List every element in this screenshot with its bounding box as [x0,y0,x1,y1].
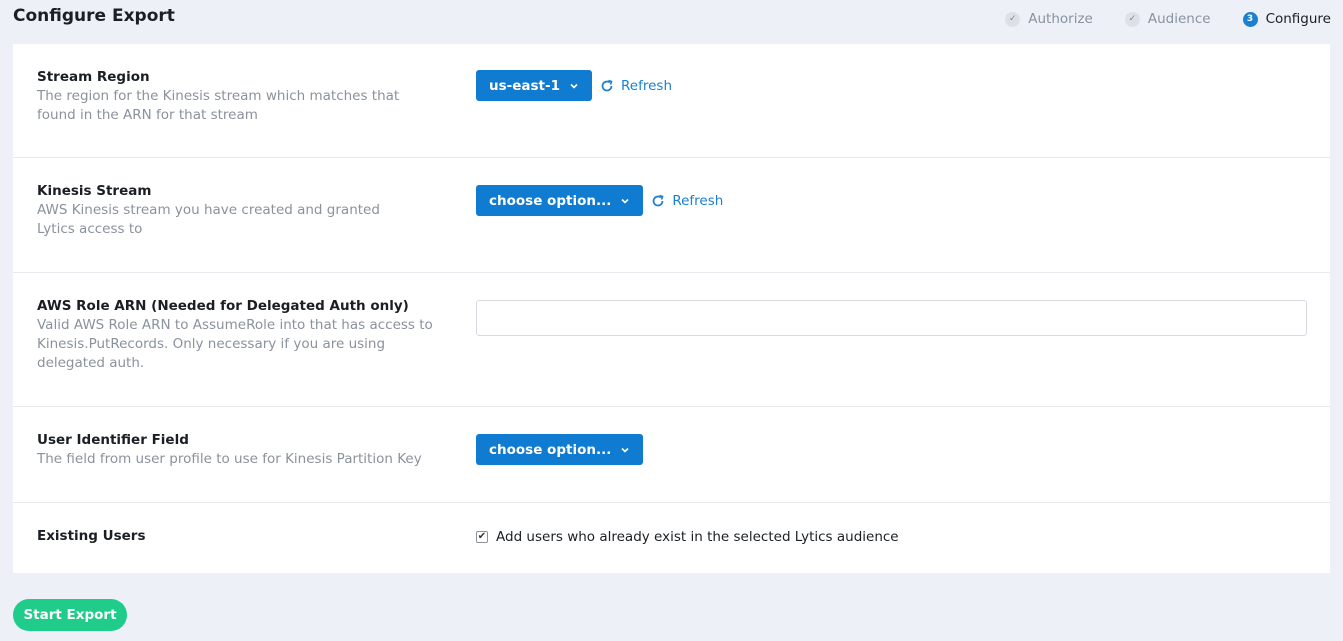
stream-region-description: The region for the Kinesis stream which … [37,88,400,123]
step-authorize[interactable]: ✓ Authorize [1005,11,1093,27]
step-audience[interactable]: ✓ Audience [1124,11,1211,27]
check-icon: ✓ [1005,11,1021,27]
kinesis-stream-description: AWS Kinesis stream you have created and … [37,202,380,237]
step-number-badge: 3 [1242,11,1258,27]
step-label: Configure [1265,11,1331,27]
stream-region-label-group: Stream Region The region for the Kinesis… [37,68,437,125]
kinesis-stream-label-group: Kinesis Stream AWS Kinesis stream you ha… [37,182,437,239]
existing-users-title: Existing Users [37,528,146,544]
step-label: Audience [1147,11,1211,27]
kinesis-stream-dropdown[interactable]: choose option... [476,185,644,216]
step-configure[interactable]: 3 Configure [1242,11,1331,27]
refresh-label: Refresh [672,192,724,209]
user-identifier-controls: choose option... [476,434,644,465]
dropdown-value: choose option... [489,192,612,209]
refresh-icon [601,79,613,91]
chevron-down-icon [621,447,629,453]
config-panel: Stream Region The region for the Kinesis… [13,44,1330,573]
aws-role-arn-description: Valid AWS Role ARN to AssumeRole into th… [37,317,433,371]
existing-users-controls: ✔ Add users who already exist in the sel… [476,529,899,545]
existing-users-label-group: Existing Users [37,527,437,546]
aws-role-arn-row: AWS Role ARN (Needed for Delegated Auth … [13,273,1330,407]
aws-role-arn-input[interactable] [476,300,1307,336]
user-identifier-row: User Identifier Field The field from use… [13,407,1330,503]
aws-role-arn-controls [476,300,1307,336]
existing-users-option[interactable]: ✔ Add users who already exist in the sel… [476,529,899,545]
existing-users-checkbox[interactable]: ✔ [476,531,488,543]
check-icon: ✓ [1124,11,1140,27]
refresh-icon [653,194,664,206]
kinesis-stream-refresh-button[interactable]: Refresh [651,193,723,209]
user-identifier-description: The field from user profile to use for K… [37,451,422,467]
chevron-down-icon [621,198,629,204]
user-identifier-label-group: User Identifier Field The field from use… [37,431,437,469]
chevron-down-icon [570,83,578,89]
refresh-label: Refresh [621,77,672,94]
wizard-steps: ✓ Authorize ✓ Audience 3 Configure [973,11,1331,27]
stream-region-title: Stream Region [37,69,150,85]
stream-region-dropdown[interactable]: us-east-1 [476,70,593,101]
kinesis-stream-controls: choose option... Refresh [476,185,723,216]
existing-users-checkbox-label: Add users who already exist in the selec… [496,529,899,545]
dropdown-value: us-east-1 [489,77,561,94]
kinesis-stream-title: Kinesis Stream [37,183,152,199]
stream-region-controls: us-east-1 Refresh [476,70,672,101]
start-export-button[interactable]: Start Export [13,599,127,631]
kinesis-stream-row: Kinesis Stream AWS Kinesis stream you ha… [13,158,1330,273]
dropdown-value: choose option... [489,441,612,458]
stream-region-refresh-button[interactable]: Refresh [600,78,672,94]
existing-users-row: Existing Users ✔ Add users who already e… [13,503,1330,573]
page-title: Configure Export [13,6,175,26]
user-identifier-title: User Identifier Field [37,432,189,448]
aws-role-arn-title: AWS Role ARN (Needed for Delegated Auth … [37,298,409,314]
step-label: Authorize [1028,11,1093,27]
aws-role-arn-label-group: AWS Role ARN (Needed for Delegated Auth … [37,297,437,373]
user-identifier-dropdown[interactable]: choose option... [476,434,644,465]
stream-region-row: Stream Region The region for the Kinesis… [13,44,1330,158]
